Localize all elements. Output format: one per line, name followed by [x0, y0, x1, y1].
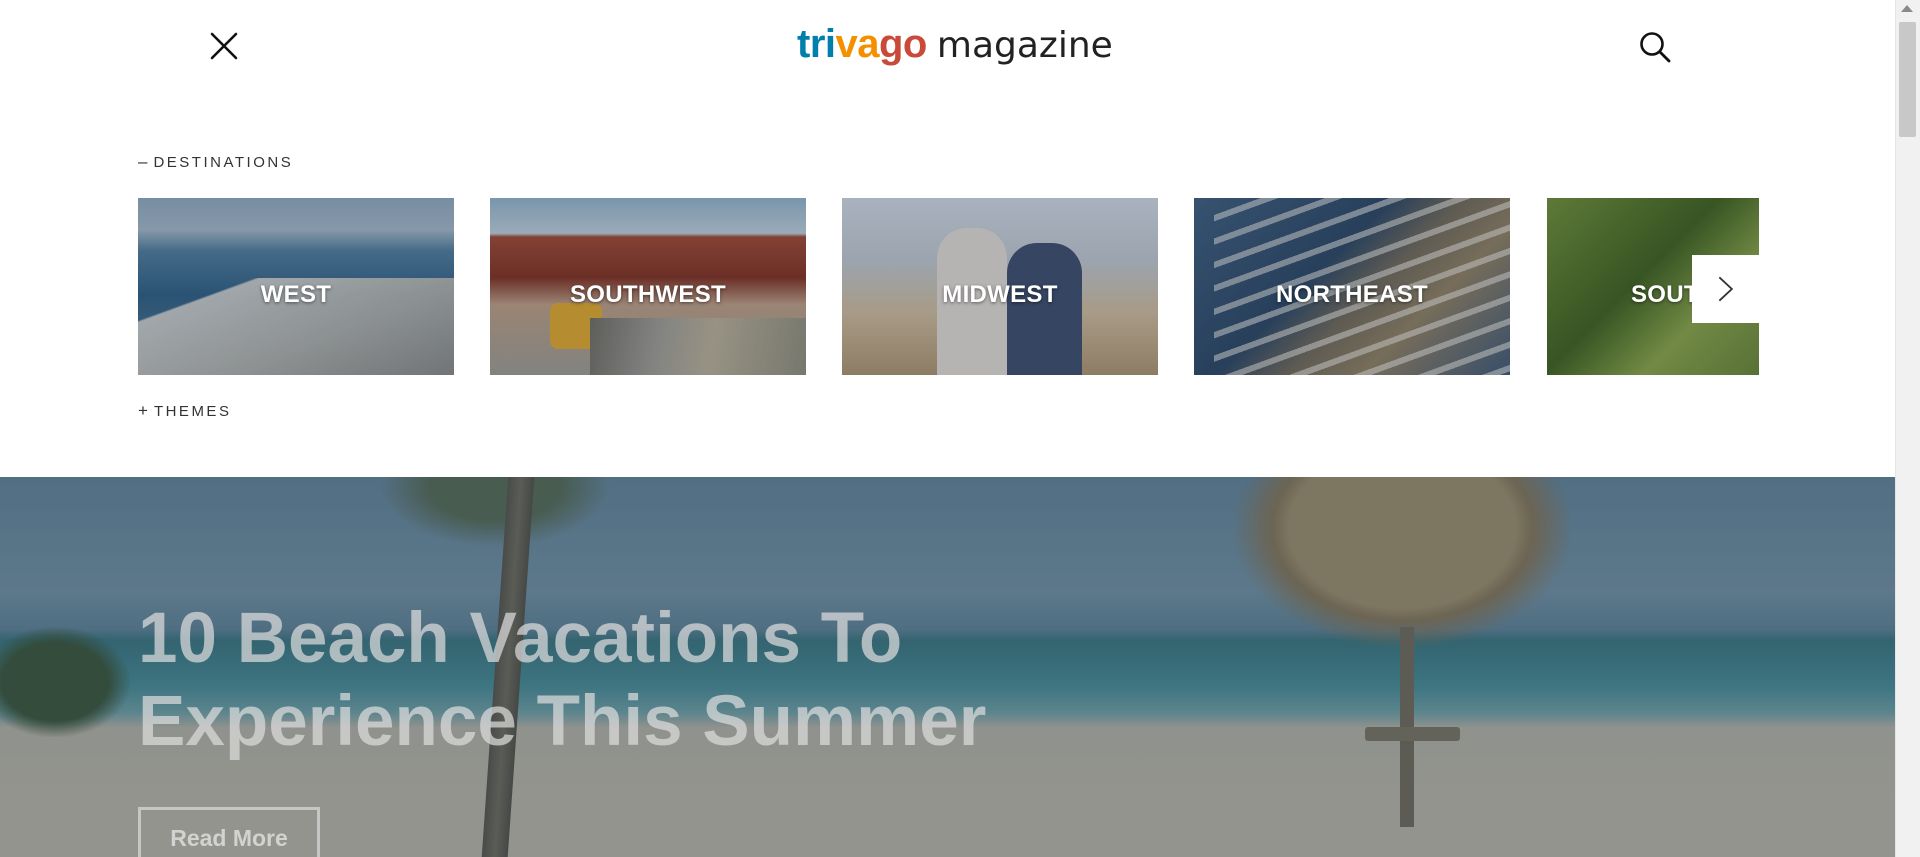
read-more-button[interactable]: Read More — [138, 807, 320, 857]
logo-brand-part: va — [835, 22, 880, 66]
close-icon[interactable] — [208, 30, 240, 62]
themes-label: THEMES — [153, 402, 232, 420]
hero-title[interactable]: 10 Beach Vacations To Experience This Su… — [138, 597, 1038, 763]
expand-icon: + — [138, 401, 148, 420]
logo-brand-part: go — [879, 22, 927, 66]
destinations-label: DESTINATIONS — [153, 153, 294, 171]
card-label: MIDWEST — [942, 281, 1058, 308]
logo-brand-part: tri — [797, 22, 836, 66]
logo-suffix: magazine — [936, 25, 1113, 66]
destination-card-southwest[interactable]: SOUTHWEST — [490, 198, 806, 375]
carousel-next-button[interactable] — [1692, 255, 1759, 323]
scroll-up-icon[interactable] — [1901, 5, 1913, 12]
card-label: SOUTHWEST — [569, 281, 727, 308]
logo-brand: trivago — [797, 22, 927, 67]
destinations-toggle[interactable]: – DESTINATIONS — [138, 152, 293, 172]
card-label: WEST — [260, 281, 332, 308]
site-header: trivago magazine — [0, 0, 1895, 95]
scrollbar-thumb[interactable] — [1899, 22, 1916, 137]
card-label: NORTHEAST — [1275, 281, 1429, 308]
destination-card-west[interactable]: WEST — [138, 198, 454, 375]
search-icon[interactable] — [1638, 30, 1672, 64]
destinations-carousel: WEST SOUTHWEST MIDWEST NORTHEAST SOUT — [138, 198, 1759, 375]
destination-card-midwest[interactable]: MIDWEST — [842, 198, 1158, 375]
chevron-right-icon — [1718, 276, 1733, 302]
collapse-icon: – — [138, 152, 148, 171]
themes-toggle[interactable]: + THEMES — [138, 401, 231, 421]
hero-banner: 10 Beach Vacations To Experience This Su… — [0, 477, 1895, 857]
site-logo[interactable]: trivago magazine — [797, 22, 1113, 68]
destination-card-northeast[interactable]: NORTHEAST — [1194, 198, 1510, 375]
